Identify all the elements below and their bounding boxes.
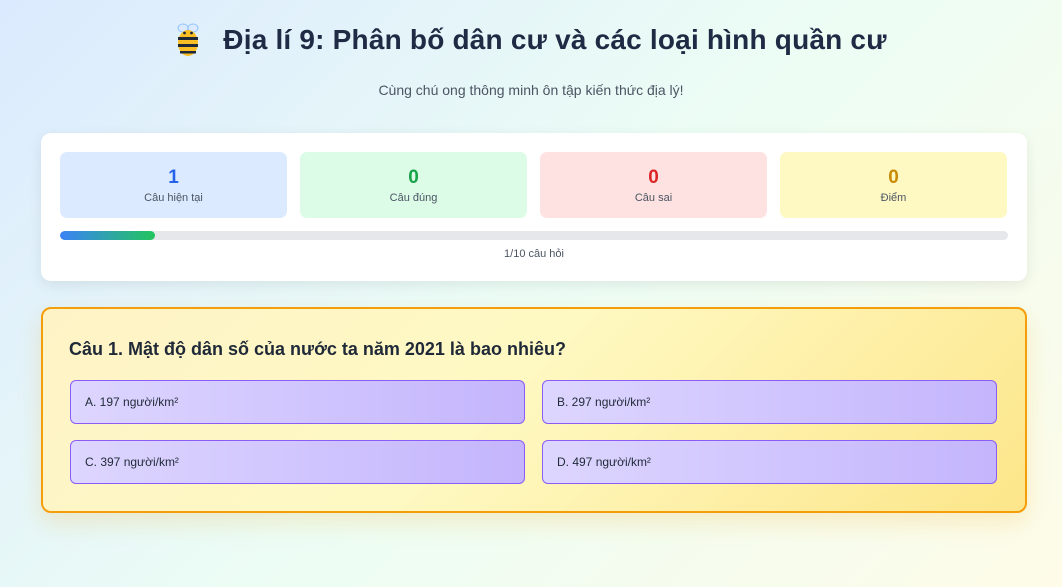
page-header: Địa lí 9: Phân bố dân cư và các loại hìn… [0,22,1062,98]
stat-correct-label: Câu đúng [389,192,438,204]
stat-score-label: Điểm [880,192,907,204]
progress-bar [60,231,1008,240]
answer-option-c[interactable]: C. 397 người/km² [70,440,525,484]
question-card: Câu 1. Mật độ dân số của nước ta năm 202… [41,307,1027,513]
bee-icon [175,22,201,58]
stats-card: 1 Câu hiện tại 0 Câu đúng 0 Câu sai 0 Đi… [41,133,1027,281]
progress-text: 1/10 câu hỏi [504,248,564,260]
title-row: Địa lí 9: Phân bố dân cư và các loại hìn… [0,22,1062,58]
progress-bar-fill [60,231,155,240]
stat-current-label: Câu hiện tại [144,192,203,204]
stat-wrong-answers: 0 Câu sai [540,152,767,218]
answer-option-d[interactable]: D. 497 người/km² [542,440,997,484]
page-title: Địa lí 9: Phân bố dân cư và các loại hìn… [223,24,887,55]
stat-current-value: 1 [168,167,179,188]
stat-score-value: 0 [888,167,899,188]
stat-score: 0 Điểm [780,152,1007,218]
stat-wrong-value: 0 [648,167,659,188]
answer-option-a[interactable]: A. 197 người/km² [70,380,525,424]
question-text: Câu 1. Mật độ dân số của nước ta năm 202… [69,339,566,359]
stat-current-question: 1 Câu hiện tại [60,152,287,218]
stat-wrong-label: Câu sai [634,192,673,204]
stat-correct-value: 0 [408,167,419,188]
stat-correct-answers: 0 Câu đúng [300,152,527,218]
page-subtitle: Cùng chú ong thông minh ôn tập kiến thức… [378,82,684,98]
answer-option-b[interactable]: B. 297 người/km² [542,380,997,424]
